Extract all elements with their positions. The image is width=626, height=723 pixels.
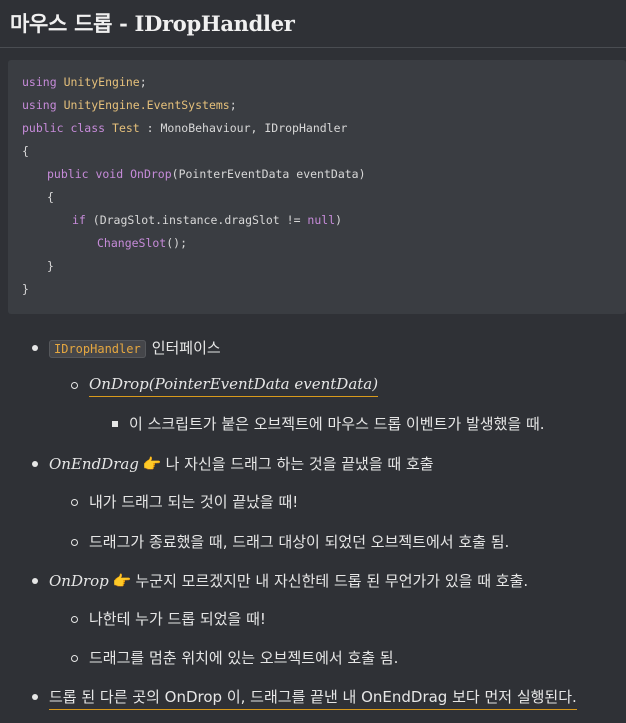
code-line-5: public void OnDrop(PointerEventData even… (47, 166, 366, 182)
bullet-circle (71, 655, 78, 662)
bullet-disc (32, 345, 38, 351)
code-line-3: public class Test : MonoBehaviour, IDrop… (22, 120, 347, 136)
code-text: ) (335, 213, 343, 227)
code-text: (); (166, 236, 188, 250)
list-item: IDropHandler 인터페이스 (49, 337, 221, 358)
code-function: OnDrop (130, 167, 172, 181)
list-item-text: 드롭 된 다른 곳의 OnDrop 이, 드래그를 끝낸 내 OnEndDrag… (49, 688, 577, 710)
bullet-circle (71, 499, 78, 506)
list-subitem: OnDrop(PointerEventData eventData) (89, 375, 379, 397)
bullet-circle (71, 539, 78, 546)
method-name: OnDrop (49, 572, 109, 590)
list-subsubitem: 이 스크립트가 붙은 오브젝트에 마우스 드롭 이벤트가 발생했을 때. (129, 415, 545, 433)
code-type: Test (112, 121, 140, 135)
bullet-circle (71, 382, 78, 389)
page-title: 마우스 드롭 - IDropHandler (10, 11, 295, 36)
pointing-hand-icon: 👉 (112, 572, 132, 590)
code-function: ChangeSlot (97, 236, 167, 250)
bullet-square (112, 421, 118, 427)
list-subitem: 드래그가 종료했을 때, 드래그 대상이 되었던 오브젝트에서 호출 됨. (89, 533, 510, 551)
code-keyword: public class (22, 121, 106, 135)
pointing-hand-icon: 👉 (142, 455, 162, 473)
code-keyword: using (22, 98, 57, 112)
bullet-circle (71, 616, 78, 623)
code-line-8: ChangeSlot(); (97, 235, 187, 251)
list-subitem: 내가 드래그 되는 것이 끝났을 때! (89, 493, 299, 511)
method-name: OnEndDrag (49, 455, 139, 473)
code-line-7: if (DragSlot.instance.dragSlot != null) (72, 212, 342, 228)
code-type: UnityEngine.EventSystems (63, 98, 230, 112)
code-text: ; (229, 98, 237, 112)
code-line-4: { (22, 144, 29, 158)
code-line-9: } (47, 259, 54, 273)
code-keyword: if (72, 213, 86, 227)
code-keyword: public void (47, 167, 124, 181)
list-subitem: 드래그를 멈춘 위치에 있는 오브젝트에서 호출 됨. (89, 649, 399, 667)
list-item: OnEndDrag 👉 나 자신을 드래그 하는 것을 끝냈을 때 호출 (49, 453, 434, 474)
code-text: (DragSlot.instance.dragSlot != (85, 213, 308, 227)
code-keyword: using (22, 75, 57, 89)
code-text: ; (139, 75, 147, 89)
list-item-text: 누군지 모르겠지만 내 자신한테 드롭 된 무언가가 있을 때 호출. (135, 572, 529, 590)
code-text: : MonoBehaviour, IDropHandler (139, 121, 348, 135)
code-type: UnityEngine (63, 75, 140, 89)
code-line-2: using UnityEngine.EventSystems; (22, 97, 237, 113)
bullet-disc (32, 461, 38, 467)
bullet-disc (32, 578, 38, 584)
code-block[interactable]: using UnityEngine; using UnityEngine.Eve… (8, 60, 626, 314)
method-signature: OnDrop(PointerEventData eventData) (89, 375, 379, 397)
code-line-1: using UnityEngine; (22, 74, 147, 90)
code-text: (PointerEventData eventData) (171, 167, 366, 181)
code-line-6: { (47, 190, 54, 204)
list-item-text: 인터페이스 (151, 339, 221, 357)
list-subitem: 나한테 누가 드롭 되었을 때! (89, 610, 266, 628)
code-line-10: } (22, 282, 29, 296)
inline-code: IDropHandler (49, 340, 146, 358)
list-item-text: 나 자신을 드래그 하는 것을 끝냈을 때 호출 (165, 455, 434, 473)
list-item: OnDrop 👉 누군지 모르겠지만 내 자신한테 드롭 된 무언가가 있을 때 호… (49, 570, 528, 591)
title-divider (0, 47, 626, 48)
list-item: 드롭 된 다른 곳의 OnDrop 이, 드래그를 끝낸 내 OnEndDrag… (49, 686, 577, 710)
bullet-disc (32, 694, 38, 700)
code-null: null (307, 213, 336, 227)
